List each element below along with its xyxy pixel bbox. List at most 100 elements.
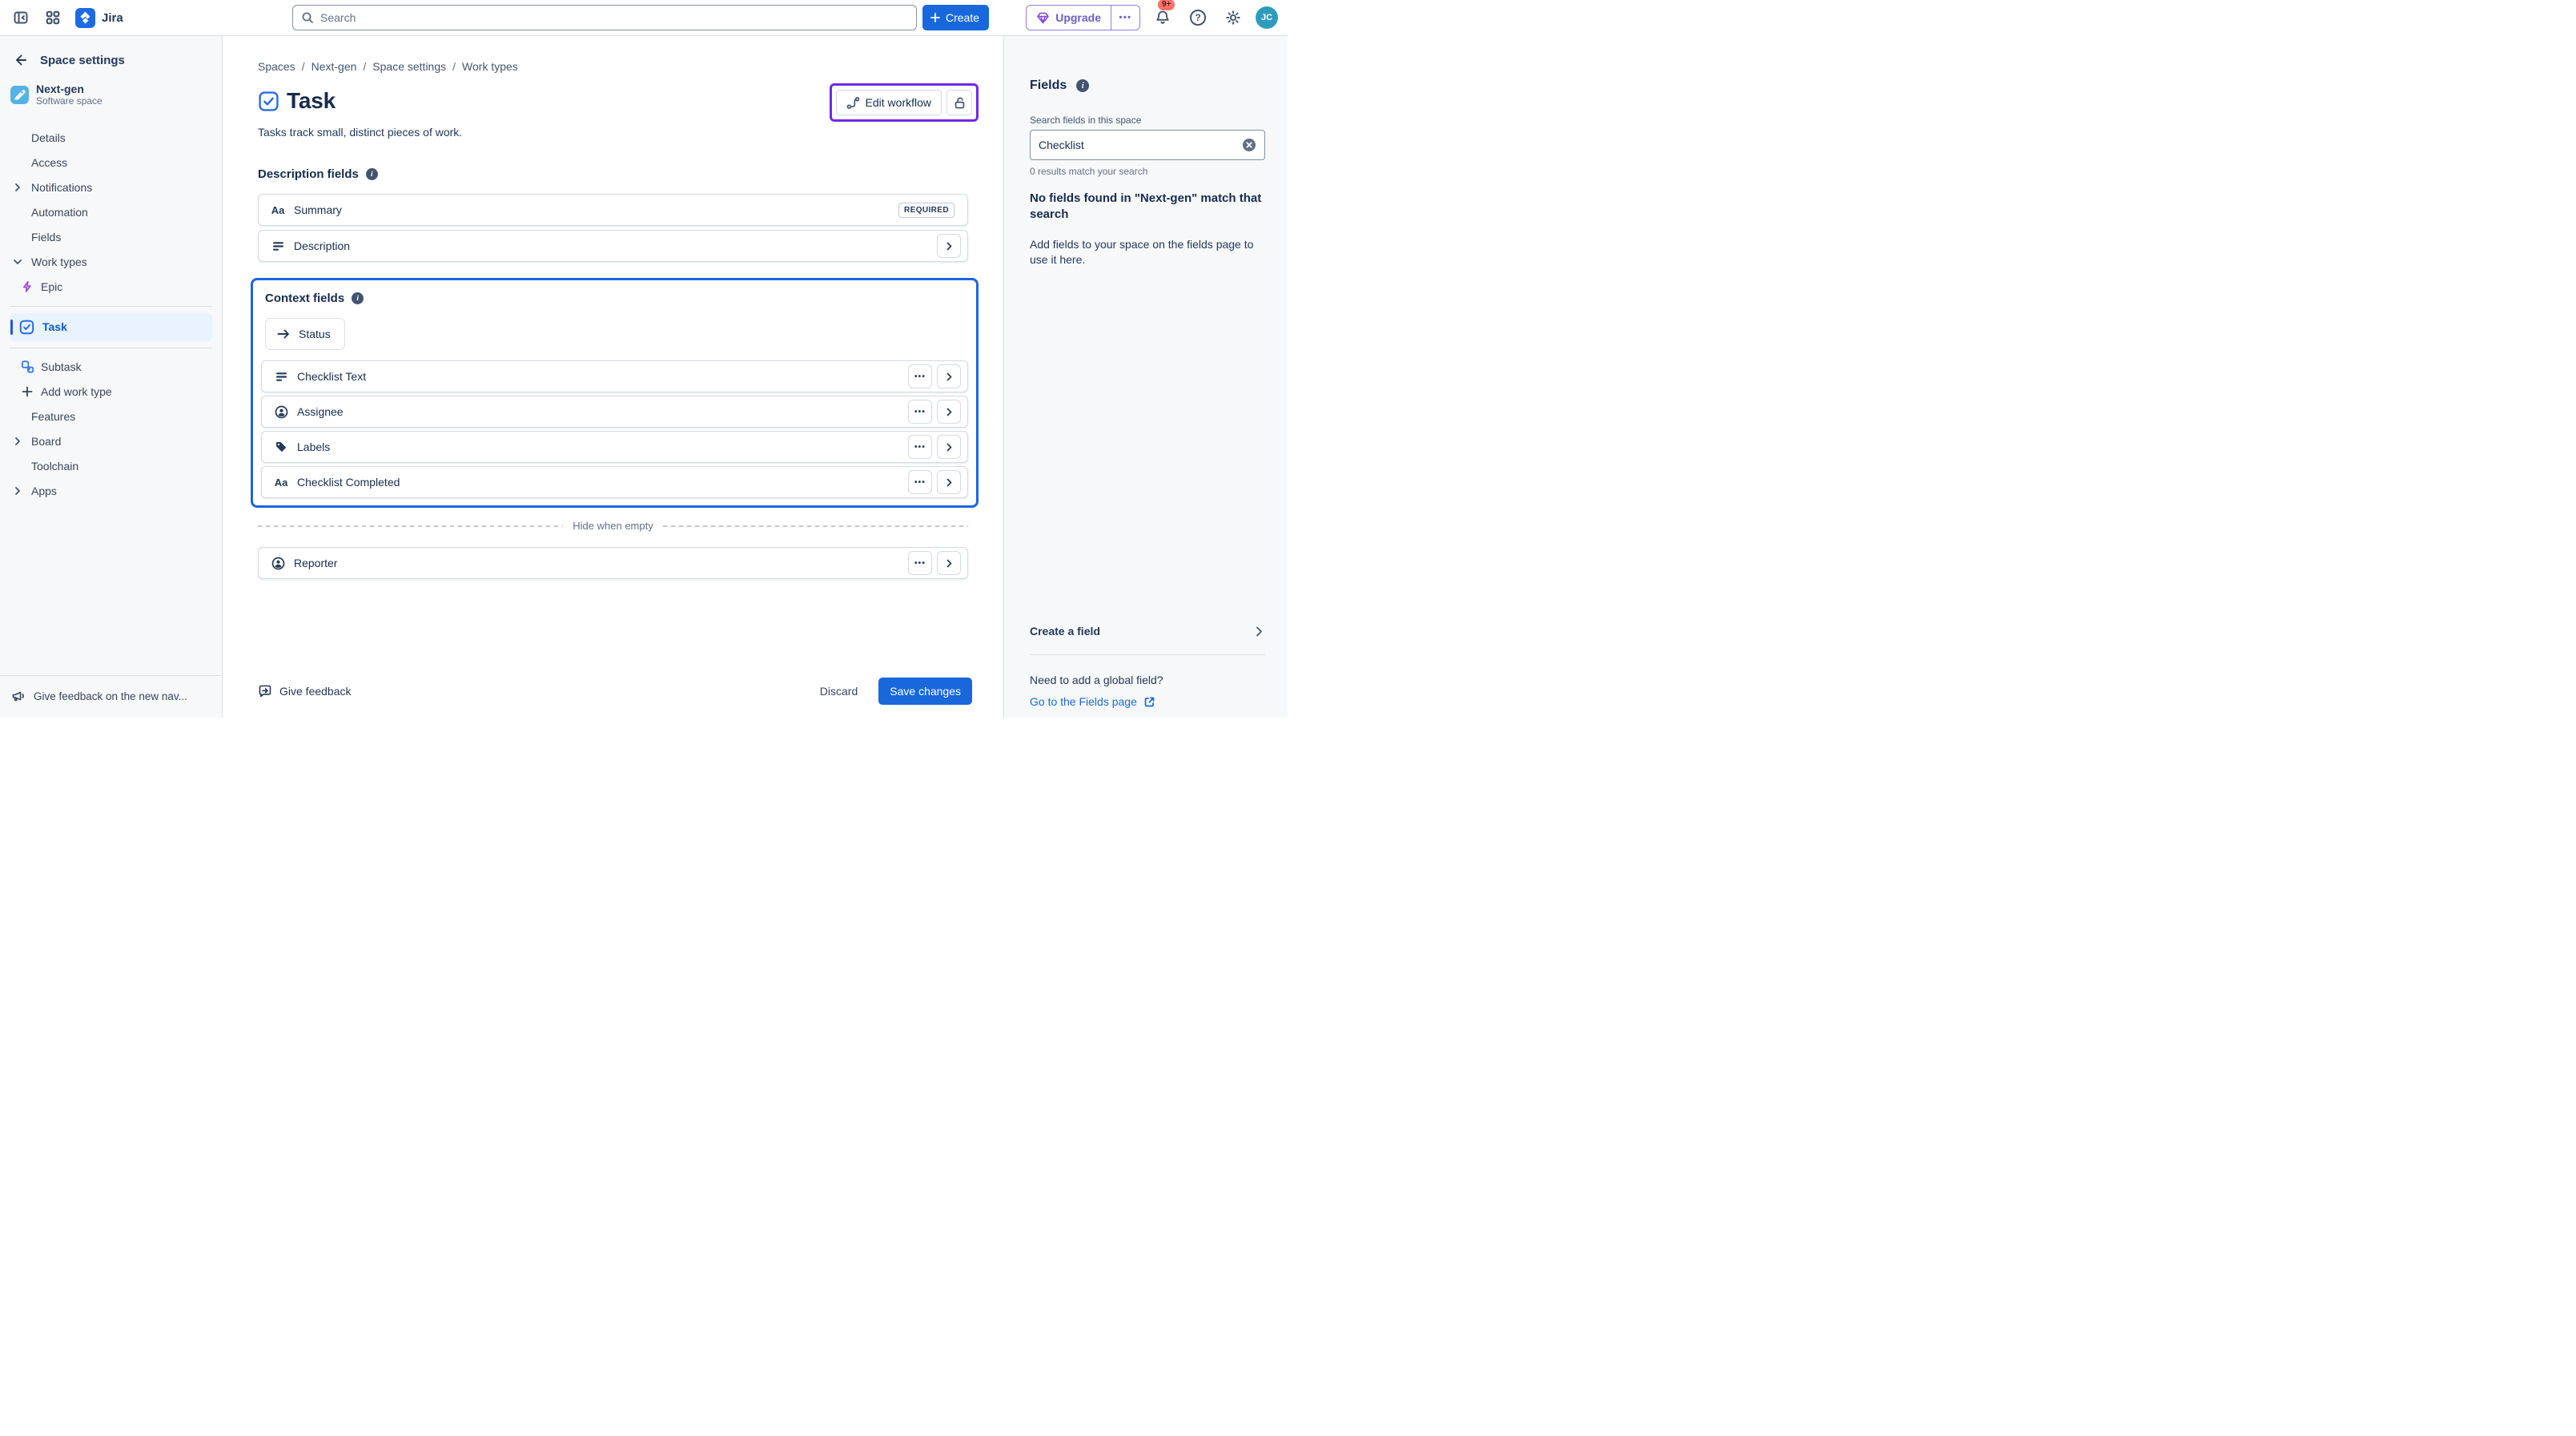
paragraph-icon bbox=[271, 240, 285, 252]
sidebar-item-toolchain[interactable]: Toolchain bbox=[0, 454, 222, 479]
more-icon: ••• bbox=[914, 478, 926, 487]
space-name: Next-gen bbox=[36, 82, 102, 95]
expand-row-button[interactable] bbox=[937, 435, 961, 459]
field-search-input[interactable] bbox=[1039, 139, 1242, 151]
chevron-right-icon bbox=[12, 436, 23, 447]
chevron-down-icon bbox=[12, 256, 23, 267]
collapse-sidebar-button[interactable] bbox=[8, 5, 34, 30]
field-row-checklist-text[interactable]: Checklist Text ••• bbox=[261, 360, 968, 392]
breadcrumb-work-types[interactable]: Work types bbox=[462, 60, 518, 73]
field-search-label: Search fields in this space bbox=[1030, 115, 1265, 126]
sidebar-item-task-selected[interactable]: Task bbox=[10, 313, 212, 341]
help-icon: ? bbox=[1190, 10, 1206, 26]
upgrade-more-button[interactable]: ••• bbox=[1111, 6, 1139, 30]
row-more-button[interactable]: ••• bbox=[908, 364, 932, 388]
sidebar-feedback-button[interactable]: Give feedback on the new nav... bbox=[0, 675, 222, 718]
row-actions: ••• bbox=[908, 400, 961, 424]
back-button[interactable] bbox=[11, 50, 30, 70]
breadcrumb-next-gen[interactable]: Next-gen bbox=[311, 60, 357, 73]
give-feedback-button[interactable]: Give feedback bbox=[258, 684, 352, 698]
expand-row-button[interactable] bbox=[937, 400, 961, 424]
field-row-description[interactable]: Description bbox=[258, 230, 968, 262]
external-link-icon bbox=[1143, 696, 1155, 708]
status-chip-label: Status bbox=[299, 328, 331, 340]
paragraph-icon bbox=[274, 371, 288, 383]
row-more-button[interactable]: ••• bbox=[908, 470, 932, 494]
clear-search-button[interactable] bbox=[1242, 138, 1256, 152]
save-changes-button[interactable]: Save changes bbox=[878, 678, 972, 705]
fields-panel-header: Fields i bbox=[1030, 78, 1265, 93]
help-button[interactable]: ? bbox=[1185, 5, 1211, 30]
context-fields-header: Context fields i bbox=[265, 292, 969, 305]
expand-row-button[interactable] bbox=[937, 234, 961, 258]
status-chip[interactable]: Status bbox=[265, 318, 345, 350]
chevron-right-icon bbox=[944, 442, 954, 453]
jira-brand[interactable]: Jira bbox=[72, 8, 127, 28]
sidebar-item-notifications[interactable]: Notifications bbox=[0, 175, 222, 200]
context-fields-highlight-box: Context fields i Status bbox=[251, 278, 979, 508]
sidebar-item-label: Epic bbox=[41, 280, 62, 293]
epic-icon bbox=[21, 280, 34, 293]
give-feedback-label: Give feedback bbox=[279, 685, 352, 698]
notifications-button[interactable]: 9+ bbox=[1150, 5, 1175, 30]
space-type: Software space bbox=[36, 95, 102, 108]
field-row-summary[interactable]: Aa Summary REQUIRED bbox=[258, 194, 968, 226]
field-row-reporter[interactable]: Reporter ••• bbox=[258, 547, 968, 579]
sidebar-item-subtask[interactable]: Subtask bbox=[0, 355, 222, 380]
info-icon[interactable]: i bbox=[366, 168, 378, 180]
field-label: Checklist Text bbox=[297, 370, 899, 383]
expand-row-button[interactable] bbox=[937, 551, 961, 575]
space-name-block: Next-gen Software space bbox=[36, 82, 102, 108]
user-avatar[interactable]: JC bbox=[1256, 6, 1278, 29]
field-row-assignee[interactable]: Assignee ••• bbox=[261, 396, 968, 428]
discard-button[interactable]: Discard bbox=[809, 678, 869, 705]
search-input[interactable] bbox=[320, 11, 908, 24]
info-icon[interactable]: i bbox=[352, 292, 364, 304]
settings-button[interactable] bbox=[1220, 5, 1246, 30]
megaphone-icon bbox=[11, 689, 26, 703]
sidebar-item-board[interactable]: Board bbox=[0, 429, 222, 454]
row-more-button[interactable]: ••• bbox=[908, 551, 932, 575]
edit-workflow-highlight-box: Edit workflow bbox=[830, 83, 979, 122]
sidebar-item-apps[interactable]: Apps bbox=[0, 479, 222, 504]
task-type-icon bbox=[258, 91, 279, 112]
global-search[interactable] bbox=[292, 5, 917, 30]
field-label: Checklist Completed bbox=[297, 476, 899, 489]
fields-panel-title: Fields bbox=[1030, 78, 1067, 93]
sidebar-item-label: Subtask bbox=[41, 360, 82, 373]
create-button[interactable]: Create bbox=[922, 5, 989, 30]
space-summary: Next-gen Software space bbox=[0, 70, 222, 108]
app-switcher-button[interactable] bbox=[40, 5, 66, 30]
search-results-count: 0 results match your search bbox=[1030, 166, 1265, 177]
go-to-fields-page-link[interactable]: Go to the Fields page bbox=[1030, 695, 1155, 708]
space-settings-sidebar: Space settings Next-gen Software space D… bbox=[0, 36, 223, 718]
app-grid-icon bbox=[46, 10, 60, 25]
row-more-button[interactable]: ••• bbox=[908, 400, 932, 424]
sidebar-item-add-work-type[interactable]: Add work type bbox=[0, 380, 222, 404]
sidebar-item-fields[interactable]: Fields bbox=[0, 225, 222, 250]
upgrade-button[interactable]: Upgrade bbox=[1027, 6, 1111, 30]
sidebar-item-features[interactable]: Features bbox=[0, 404, 222, 429]
field-row-checklist-completed[interactable]: Aa Checklist Completed ••• bbox=[261, 466, 968, 498]
edit-workflow-button[interactable]: Edit workflow bbox=[836, 90, 942, 115]
breadcrumb-space-settings[interactable]: Space settings bbox=[372, 60, 446, 73]
upgrade-split-button: Upgrade ••• bbox=[1026, 5, 1140, 30]
expand-row-button[interactable] bbox=[937, 470, 961, 494]
expand-row-button[interactable] bbox=[937, 364, 961, 388]
more-icon: ••• bbox=[914, 443, 926, 452]
unlock-button[interactable] bbox=[946, 90, 972, 115]
work-type-settings-main: Spaces / Next-gen / Space settings / Wor… bbox=[223, 36, 1003, 718]
info-icon[interactable]: i bbox=[1076, 79, 1089, 92]
sidebar-item-details[interactable]: Details bbox=[0, 126, 222, 151]
sidebar-item-access[interactable]: Access bbox=[0, 151, 222, 175]
notification-count-badge: 9+ bbox=[1158, 0, 1175, 10]
breadcrumb-spaces[interactable]: Spaces bbox=[258, 60, 295, 73]
row-more-button[interactable]: ••• bbox=[908, 435, 932, 459]
field-row-labels[interactable]: Labels ••• bbox=[261, 431, 968, 463]
sidebar-item-automation[interactable]: Automation bbox=[0, 200, 222, 225]
sidebar-item-work-types[interactable]: Work types bbox=[0, 250, 222, 275]
feedback-bubble-icon bbox=[258, 684, 272, 698]
create-field-button[interactable]: Create a field bbox=[1030, 625, 1265, 638]
sidebar-item-epic[interactable]: Epic bbox=[0, 275, 222, 300]
no-fields-title: No fields found in "Next-gen" match that… bbox=[1030, 191, 1265, 223]
